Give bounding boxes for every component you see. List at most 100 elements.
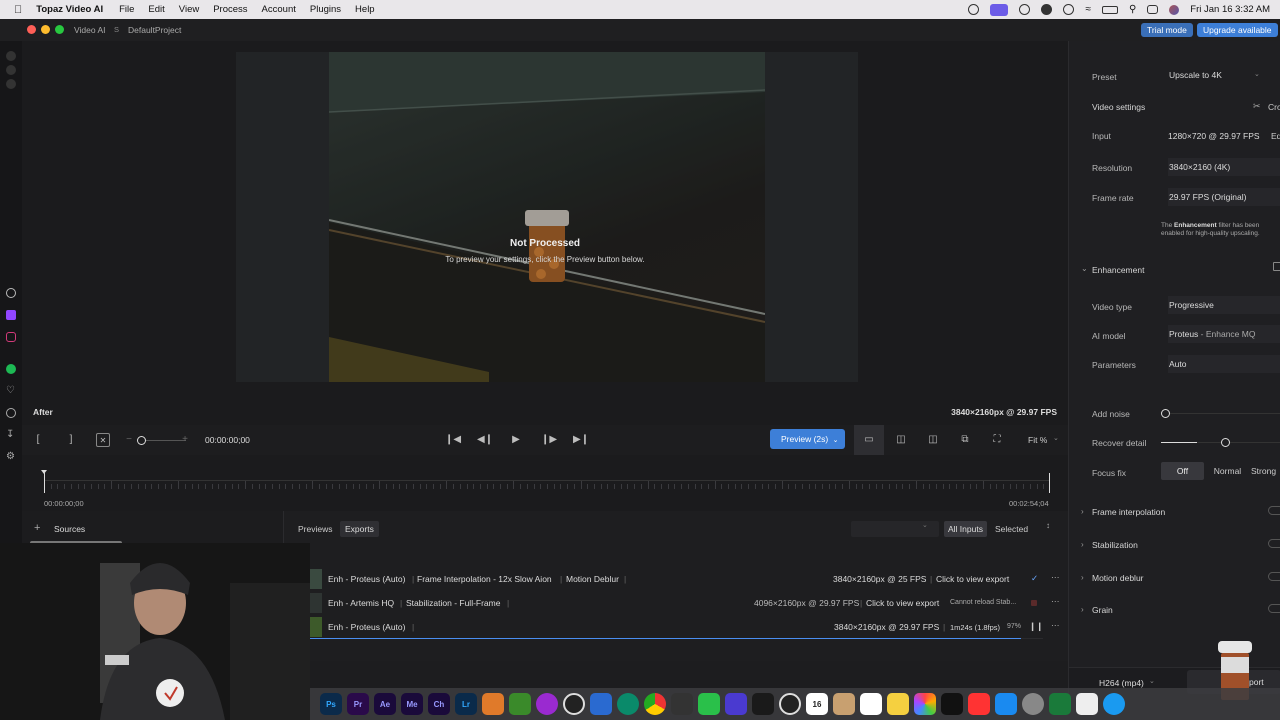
- control-center-icon[interactable]: [1147, 5, 1159, 14]
- filter-chevron-icon[interactable]: ⌄: [922, 521, 928, 529]
- single-view-icon[interactable]: ▭: [862, 433, 876, 447]
- tab-previews[interactable]: Previews: [298, 521, 332, 537]
- crop-icon[interactable]: ✂: [1253, 101, 1261, 112]
- export-row[interactable]: Enh - Proteus (Auto) | 3840×2160px @ 29.…: [310, 617, 1066, 639]
- videotype-select[interactable]: Progressive: [1168, 296, 1280, 314]
- news-app-icon[interactable]: [968, 693, 990, 715]
- trial-mode-button[interactable]: Trial mode: [1141, 23, 1193, 37]
- timeline[interactable]: 00:00:00;00 00:02:54;04: [22, 455, 1068, 511]
- heart-icon[interactable]: ♡: [6, 386, 16, 396]
- obs-app-icon[interactable]: [779, 693, 801, 715]
- stabilization-toggle[interactable]: [1268, 539, 1280, 548]
- siri-icon[interactable]: [1169, 4, 1180, 15]
- step-forward-icon[interactable]: ❙▶: [541, 433, 557, 447]
- project-name[interactable]: DefaultProject: [128, 25, 181, 35]
- app-menu[interactable]: Topaz Video AI: [36, 4, 103, 15]
- enhancement-chevron-icon[interactable]: ⌄: [1081, 264, 1088, 273]
- chevron-right-icon[interactable]: ›: [1081, 573, 1084, 582]
- pause-icon[interactable]: ❙❙: [1029, 621, 1043, 632]
- menubar-clock[interactable]: Fri Jan 16 3:32 AM: [1190, 4, 1270, 15]
- appletv-app-icon[interactable]: [941, 693, 963, 715]
- timeline-track[interactable]: [44, 473, 1050, 481]
- row-more-icon[interactable]: ⋯: [1051, 572, 1060, 583]
- zoom-in-icon[interactable]: +: [178, 433, 192, 447]
- preview-button[interactable]: Preview (2s) ⌄: [770, 429, 845, 449]
- recover-knob[interactable]: [1221, 438, 1230, 447]
- menu-account[interactable]: Account: [262, 4, 296, 15]
- status-app-icon-2[interactable]: [1019, 4, 1031, 15]
- calendar-app-icon[interactable]: 16: [806, 693, 828, 715]
- zoom-window-button[interactable]: [55, 25, 64, 34]
- chevron-right-icon[interactable]: ›: [1081, 540, 1084, 549]
- davinci-app-icon[interactable]: [563, 693, 585, 715]
- menu-view[interactable]: View: [179, 4, 199, 15]
- appstore-app-icon[interactable]: [995, 693, 1017, 715]
- aftereffects-app-icon[interactable]: Ae: [374, 693, 396, 715]
- sort-icon[interactable]: ↕: [1046, 521, 1050, 530]
- reminders-app-icon[interactable]: [860, 693, 882, 715]
- download-icon[interactable]: ↧: [6, 430, 16, 440]
- section-frame-interpolation[interactable]: Frame interpolation: [1092, 507, 1165, 517]
- menu-process[interactable]: Process: [213, 4, 247, 15]
- terminal-app-icon[interactable]: [671, 693, 693, 715]
- filter-selected[interactable]: Selected: [995, 521, 1028, 537]
- crop-label[interactable]: Cro: [1268, 102, 1280, 112]
- step-back-icon[interactable]: ◀❙: [477, 433, 493, 447]
- framerate-select[interactable]: 29.97 FPS (Original): [1168, 188, 1280, 206]
- export-format-select[interactable]: H264 (mp4): [1099, 678, 1144, 688]
- mark-out-button[interactable]: ]: [64, 433, 78, 447]
- row-action[interactable]: Click to view export: [866, 598, 939, 608]
- photoshop-app-icon[interactable]: Ps: [320, 693, 342, 715]
- finalcut-app-icon[interactable]: [482, 693, 504, 715]
- export-row[interactable]: Enh - Artemis HQ | Stabilization - Full-…: [310, 593, 1066, 615]
- chevron-right-icon[interactable]: ›: [1081, 605, 1084, 614]
- topaz-app-icon[interactable]: [590, 693, 612, 715]
- copy-icon[interactable]: [1273, 262, 1280, 271]
- contacts-app-icon[interactable]: [833, 693, 855, 715]
- format-chevron-icon[interactable]: ⌄: [1149, 677, 1155, 685]
- playhead-marker[interactable]: [41, 470, 47, 474]
- playhead[interactable]: [44, 473, 45, 493]
- parameters-select[interactable]: Auto: [1168, 355, 1280, 373]
- wifi-icon[interactable]: ≈: [1085, 4, 1091, 15]
- video-preview-frame[interactable]: [329, 52, 765, 382]
- motion-app-icon[interactable]: [536, 693, 558, 715]
- close-window-button[interactable]: [27, 25, 36, 34]
- export-row[interactable]: Enh - Proteus (Auto) | Frame Interpolati…: [310, 569, 1066, 591]
- status-app-icon[interactable]: [968, 4, 980, 15]
- play-icon[interactable]: ▶: [509, 433, 523, 447]
- preset-select[interactable]: Upscale to 4K ⌄: [1168, 66, 1280, 84]
- row-action[interactable]: Click to view export: [936, 574, 1009, 584]
- section-stabilization[interactable]: Stabilization: [1092, 540, 1138, 550]
- safari-app-icon[interactable]: [1103, 693, 1125, 715]
- resolution-select[interactable]: 3840×2160 (4K): [1168, 158, 1280, 176]
- zoom-select[interactable]: Fit %: [1028, 435, 1047, 445]
- menu-help[interactable]: Help: [355, 4, 375, 15]
- figma-app-icon[interactable]: [752, 693, 774, 715]
- play-status-icon[interactable]: [1063, 4, 1075, 15]
- compressor-app-icon[interactable]: [509, 693, 531, 715]
- minimize-window-button[interactable]: [41, 25, 50, 34]
- row-more-icon[interactable]: ⋯: [1051, 596, 1060, 607]
- proton-app-icon[interactable]: [725, 693, 747, 715]
- screen-record-icon[interactable]: [990, 3, 1009, 16]
- system-settings-app-icon[interactable]: [1022, 693, 1044, 715]
- openai-icon[interactable]: [6, 288, 16, 298]
- mediaencoder-app-icon[interactable]: Me: [401, 693, 423, 715]
- zoom-out-icon[interactable]: −: [122, 433, 136, 447]
- aimodel-select[interactable]: Proteus - Enhance MQ: [1168, 325, 1280, 343]
- instagram-icon[interactable]: [6, 332, 16, 342]
- focusfix-normal[interactable]: Normal: [1206, 462, 1249, 480]
- split-view-icon[interactable]: ◫: [894, 433, 908, 447]
- frame-interpolation-toggle[interactable]: [1268, 506, 1280, 515]
- settings-gear-icon[interactable]: ⚙: [6, 452, 16, 462]
- mark-in-button[interactable]: [: [31, 433, 45, 447]
- character-animator-app-icon[interactable]: Ch: [428, 693, 450, 715]
- spotify-icon[interactable]: [6, 364, 16, 374]
- menu-plugins[interactable]: Plugins: [310, 4, 341, 15]
- chevron-right-icon[interactable]: ›: [1081, 507, 1084, 516]
- motion-deblur-toggle[interactable]: [1268, 572, 1280, 581]
- apple-icon[interactable]: : [14, 4, 22, 16]
- messages-app-icon[interactable]: [698, 693, 720, 715]
- clock-icon[interactable]: [6, 408, 16, 418]
